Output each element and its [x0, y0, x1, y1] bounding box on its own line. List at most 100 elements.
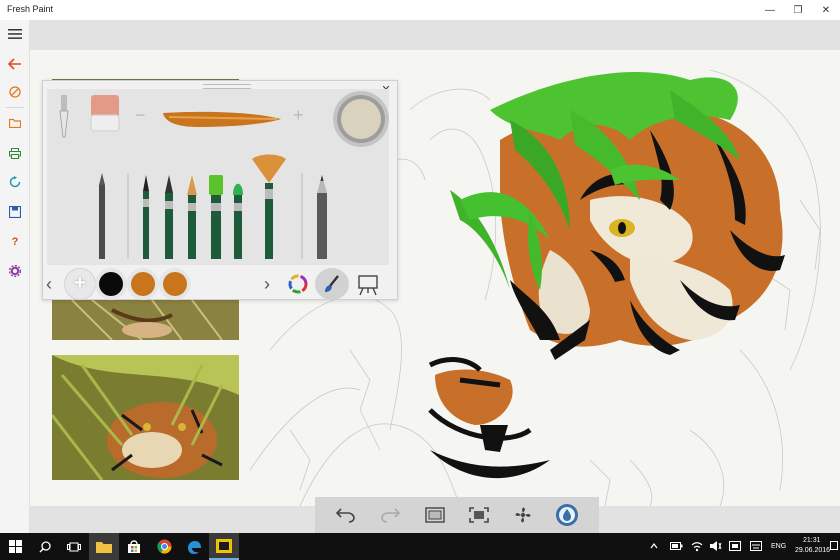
swatch-slot-3[interactable] [159, 268, 191, 300]
rail-divider [6, 107, 24, 108]
reference-thumbnail-3[interactable] [52, 355, 239, 480]
add-color-button[interactable]: + [64, 268, 96, 300]
wet-painting-button[interactable] [553, 501, 581, 529]
swatch-slot-2[interactable] [127, 268, 159, 300]
volume-icon[interactable] [710, 541, 722, 551]
add-icon: + [74, 272, 86, 294]
close-icon: ✕ [821, 4, 831, 16]
back-arrow-icon [8, 58, 21, 70]
folder-icon [96, 541, 112, 553]
eraser-icon[interactable] [89, 95, 121, 133]
help-icon: ? [11, 236, 19, 248]
settings-button[interactable] [0, 259, 30, 283]
dry-painting-button[interactable] [509, 501, 537, 529]
fan-brush-icon[interactable] [250, 153, 288, 259]
help-button[interactable]: ? [0, 230, 30, 254]
reference-image-2 [52, 300, 239, 340]
language-indicator[interactable]: ENG [771, 543, 786, 550]
save-icon [9, 206, 21, 218]
paint-cup-icon[interactable] [331, 89, 391, 149]
store-icon [128, 539, 140, 553]
graphite-pencil-icon[interactable] [315, 175, 329, 259]
round-brush-large-icon[interactable] [185, 175, 199, 259]
printer-icon [9, 147, 21, 159]
windows-taskbar: ENG 21:31 29.06.2016 [0, 533, 840, 560]
open-button[interactable] [0, 111, 30, 135]
minimize-button[interactable]: — [756, 0, 784, 20]
search-icon [39, 540, 51, 553]
swatch-slot-1[interactable] [95, 268, 127, 300]
tool-tray: − + [47, 89, 389, 265]
show-hidden-icons-icon[interactable] [650, 542, 658, 550]
tray-divider-1 [127, 173, 129, 259]
wifi-icon[interactable] [691, 540, 703, 552]
brush-size-increase-button[interactable]: + [293, 105, 304, 126]
left-sidebar: ? [0, 20, 30, 533]
color-swatch-black [99, 272, 123, 296]
round-brush-small-icon[interactable] [141, 175, 151, 259]
palette-next-button[interactable]: › [264, 274, 270, 295]
task-view-icon [67, 542, 81, 551]
fullscreen-button[interactable] [465, 501, 493, 529]
redo-button[interactable] [376, 501, 404, 529]
bottom-toolbar [315, 497, 599, 533]
taskbar-chrome[interactable] [149, 533, 179, 560]
hamburger-icon [8, 29, 22, 39]
action-center-icon[interactable] [830, 541, 838, 551]
flat-brush-green-icon[interactable] [208, 175, 224, 259]
task-view-button[interactable] [59, 533, 89, 560]
brush-tool-panel: ✕ − + [42, 80, 398, 300]
undo-icon [336, 508, 355, 523]
color-wheel-icon[interactable] [288, 274, 308, 294]
fit-screen-icon [425, 507, 445, 523]
tray-divider-2 [301, 173, 303, 259]
palette-prev-button[interactable]: ‹ [46, 274, 52, 295]
round-brush-medium-icon[interactable] [163, 175, 175, 259]
reference-image-3 [52, 355, 239, 480]
pencil-brush-icon[interactable] [97, 173, 107, 259]
minimize-icon: — [765, 4, 775, 16]
paintbrush-icon [325, 275, 339, 292]
paint-button[interactable] [0, 80, 30, 104]
back-button[interactable] [0, 52, 30, 76]
start-button[interactable] [0, 533, 30, 560]
touch-keyboard-icon[interactable] [750, 541, 762, 551]
fit-to-screen-button[interactable] [421, 501, 449, 529]
brush-icon [9, 86, 21, 98]
taskbar-store[interactable] [119, 533, 149, 560]
color-swatch-orange-1 [131, 272, 155, 296]
chrome-icon [156, 539, 172, 554]
brush-size-decrease-button[interactable]: − [135, 105, 146, 126]
reference-thumbnail-2[interactable] [52, 300, 239, 340]
fan-dry-icon [515, 507, 531, 523]
brush-stroke-preview [163, 111, 281, 127]
color-palette-row: ‹ + › [43, 268, 397, 300]
app-title: Fresh Paint [7, 4, 54, 14]
gear-icon [9, 265, 21, 277]
notification-app-icon[interactable] [729, 541, 741, 551]
taskbar-edge[interactable] [179, 533, 209, 560]
filbert-brush-green-icon[interactable] [231, 175, 245, 259]
canvas-top-margin [30, 20, 840, 50]
title-bar: Fresh Paint — ❐ ✕ [0, 0, 840, 20]
print-button[interactable] [0, 141, 30, 165]
restore-button[interactable]: ❐ [784, 0, 812, 20]
restore-icon: ❐ [793, 4, 803, 16]
share-icon [9, 176, 21, 188]
save-button[interactable] [0, 200, 30, 224]
folder-icon [9, 118, 21, 128]
clock-date[interactable]: 29.06.2016 [795, 547, 830, 554]
undo-button[interactable] [332, 501, 360, 529]
water-drop-icon [556, 504, 578, 526]
share-button[interactable] [0, 170, 30, 194]
search-button[interactable] [30, 533, 60, 560]
easel-icon[interactable] [357, 274, 379, 296]
brush-mode-button[interactable] [315, 268, 349, 300]
taskbar-fresh-paint[interactable] [209, 533, 239, 560]
clock-time[interactable]: 21:31 [803, 537, 821, 544]
hamburger-menu-button[interactable] [0, 22, 30, 46]
battery-icon[interactable] [670, 541, 683, 551]
close-button[interactable]: ✕ [812, 0, 840, 20]
taskbar-file-explorer[interactable] [89, 533, 119, 560]
palette-knife-icon[interactable] [57, 95, 71, 139]
